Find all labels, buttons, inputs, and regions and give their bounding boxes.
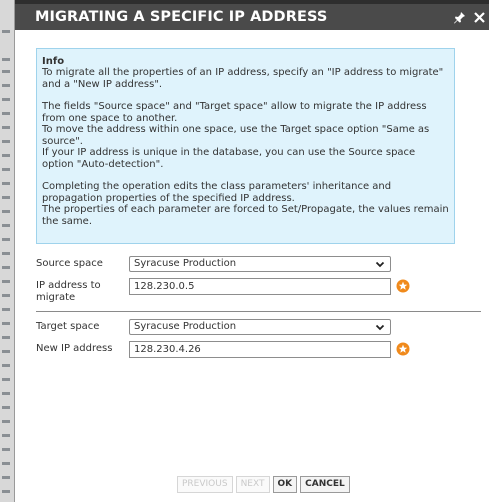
migrate-ip-dialog: MIGRATING A SPECIFIC IP ADDRESS Info To … bbox=[14, 0, 489, 502]
background-page-strip bbox=[0, 0, 14, 502]
info-text-5: Completing the operation edits the class… bbox=[42, 181, 392, 204]
dialog-titlebar[interactable]: MIGRATING A SPECIFIC IP ADDRESS bbox=[15, 0, 489, 30]
cancel-button[interactable]: CANCEL bbox=[300, 476, 350, 493]
info-panel: Info To migrate all the properties of an… bbox=[36, 48, 455, 244]
info-text-6: The properties of each parameter are for… bbox=[42, 204, 449, 227]
info-heading: Info bbox=[42, 56, 65, 67]
close-icon[interactable] bbox=[473, 11, 486, 24]
info-text-1: To migrate all the properties of an IP a… bbox=[42, 67, 444, 90]
info-text-3: To move the address within one space, us… bbox=[42, 124, 430, 147]
favorite-star-icon[interactable] bbox=[396, 342, 410, 356]
section-divider bbox=[36, 311, 481, 312]
target-space-label: Target space bbox=[36, 321, 100, 332]
new-ip-label: New IP address bbox=[36, 343, 113, 354]
pin-icon[interactable] bbox=[453, 11, 466, 24]
source-space-value: Syracuse Production bbox=[134, 258, 237, 269]
new-ip-input[interactable]: 128.230.4.26 bbox=[129, 341, 391, 358]
info-text-4: If your IP address is unique in the data… bbox=[42, 147, 416, 170]
info-text-2: The fields "Source space" and "Target sp… bbox=[42, 101, 427, 124]
target-space-select[interactable]: Syracuse Production bbox=[129, 319, 391, 335]
chevron-down-icon bbox=[375, 261, 385, 268]
next-button[interactable]: NEXT bbox=[235, 476, 270, 493]
source-space-label: Source space bbox=[36, 258, 103, 269]
ip-to-migrate-value: 128.230.0.5 bbox=[134, 281, 195, 292]
previous-button[interactable]: PREVIOUS bbox=[177, 476, 233, 493]
chevron-down-icon bbox=[375, 324, 385, 331]
source-space-select[interactable]: Syracuse Production bbox=[129, 256, 391, 272]
dialog-title: MIGRATING A SPECIFIC IP ADDRESS bbox=[35, 9, 328, 25]
dialog-button-bar: PREVIOUS NEXT OK CANCEL bbox=[177, 476, 350, 493]
target-space-value: Syracuse Production bbox=[134, 321, 237, 332]
ip-to-migrate-label: IP address to migrate bbox=[36, 280, 101, 303]
ok-button[interactable]: OK bbox=[272, 476, 298, 493]
ip-to-migrate-input[interactable]: 128.230.0.5 bbox=[129, 278, 391, 295]
favorite-star-icon[interactable] bbox=[396, 279, 410, 293]
new-ip-value: 128.230.4.26 bbox=[134, 344, 201, 355]
